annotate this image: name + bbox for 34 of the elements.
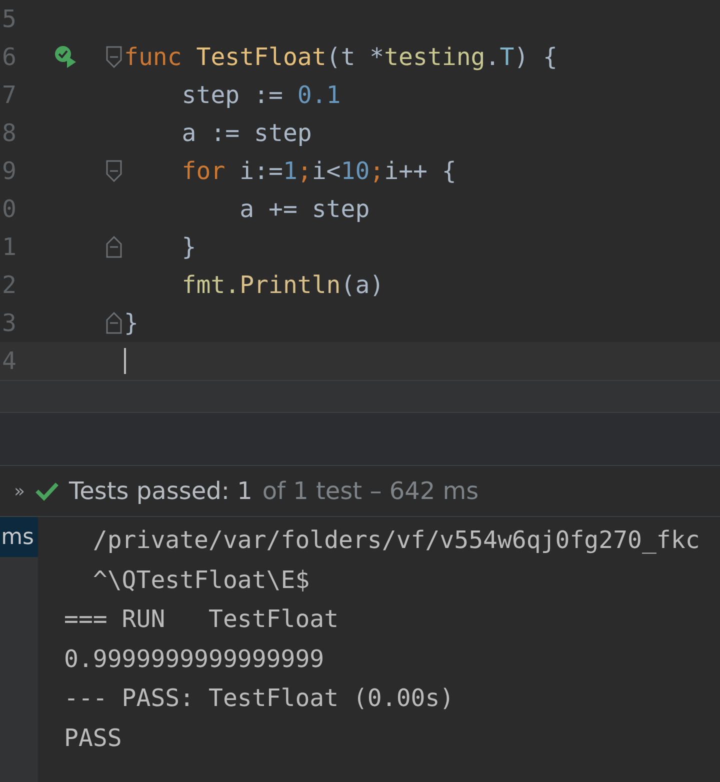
line-number: 7 — [1, 81, 18, 109]
fold-marker-icon[interactable] — [106, 236, 122, 258]
code-line: step := 0.1 — [180, 80, 341, 110]
test-tree-item[interactable]: ms — [0, 517, 38, 557]
line-number: 2 — [1, 271, 18, 299]
line-number: 3 — [1, 309, 18, 337]
line-number: 0 — [1, 195, 18, 223]
test-status: Tests passed: 1 — [69, 477, 252, 505]
code-line: a := step — [180, 118, 312, 148]
code-line: fmt.Println(a) — [180, 270, 384, 300]
code-line: for i:=1;i<10;i++ { — [180, 156, 456, 186]
code-line: a += step — [238, 194, 370, 224]
code-line: func TestFloat(t *testing.T) { — [124, 42, 558, 72]
line-number: 9 — [1, 157, 18, 185]
expand-toggle[interactable]: » — [14, 480, 26, 502]
text-cursor — [124, 348, 126, 374]
console-line: ^\QTestFloat\E$ — [92, 564, 311, 596]
console-line: --- PASS: TestFloat (0.00s) — [64, 683, 456, 714]
run-test-icon[interactable] — [54, 45, 78, 69]
check-icon — [35, 481, 60, 501]
line-number: 8 — [1, 119, 18, 147]
fold-marker-icon[interactable] — [106, 46, 122, 68]
line-number: 6 — [1, 43, 18, 71]
console-line: 0.9999999999999999 — [64, 644, 326, 674]
line-number: 1 — [1, 233, 18, 261]
code-line: } — [180, 232, 196, 262]
test-summary: of 1 test – 642 ms — [262, 477, 479, 505]
console-line: /private/var/folders/vf/v554w6qj0fg270_fkc — [92, 525, 701, 556]
line-number: 5 — [1, 5, 18, 33]
fold-marker-icon[interactable] — [106, 160, 122, 182]
console-line: PASS — [64, 722, 123, 754]
code-line: } — [124, 308, 138, 338]
fold-marker-icon[interactable] — [106, 312, 122, 334]
console-line: === RUN TestFloat — [64, 604, 340, 635]
